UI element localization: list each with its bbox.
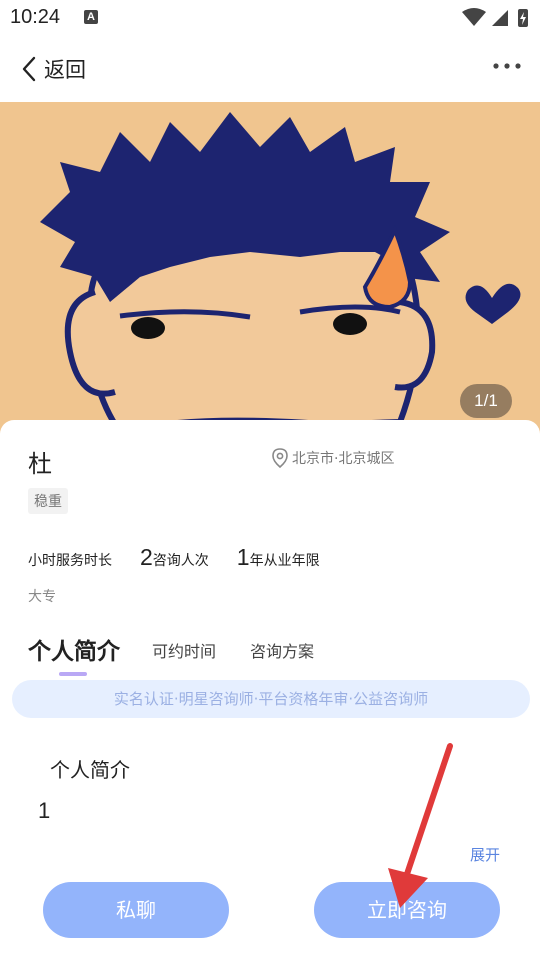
back-label: 返回 [44, 58, 86, 82]
counselor-photo[interactable] [0, 102, 540, 442]
signal-icon [492, 10, 508, 26]
stat-consults-value: 2 [140, 544, 153, 570]
counselor-name: 杜 [28, 450, 52, 478]
intro-section: 个人简介 1 展开 [24, 736, 518, 876]
personality-tag: 稳重 [28, 488, 68, 514]
status-bar: 10:24 A [0, 0, 540, 36]
private-chat-button[interactable]: 私聊 [43, 882, 229, 938]
profile-card: 杜 北京市·北京城区 稳重 小时服务时长 2 咨询人次 1 年从业年限 大专 个… [0, 420, 540, 960]
more-horizontal-icon[interactable] [492, 62, 522, 70]
tab-intro[interactable]: 个人简介 [28, 632, 120, 666]
consult-now-button[interactable]: 立即咨询 [314, 882, 500, 938]
stats-row: 小时服务时长 2 咨询人次 1 年从业年限 [28, 544, 320, 571]
education: 大专 [28, 589, 56, 605]
chevron-left-icon [22, 56, 36, 82]
intro-title: 个人简介 [50, 758, 130, 782]
wifi-icon [462, 8, 486, 26]
stat-hours-label: 小时服务时长 [28, 553, 112, 569]
certification-bar: 实名认证·明星咨询师·平台资格年审·公益咨询师 [12, 680, 530, 718]
tab-active-indicator [59, 672, 87, 676]
image-counter: 1/1 [460, 384, 512, 418]
status-time: 10:24 [10, 6, 61, 28]
notification-a-icon: A [84, 10, 98, 24]
tab-available-time[interactable]: 可约时间 [152, 638, 216, 662]
intro-body: 1 [38, 798, 51, 823]
status-icons [462, 8, 528, 27]
stat-years-label: 年从业年限 [249, 553, 320, 569]
back-button[interactable]: 返回 [22, 54, 86, 84]
location-pin-icon [272, 448, 288, 468]
nav-bar: 返回 [0, 36, 540, 102]
expand-link[interactable]: 展开 [470, 844, 500, 865]
cartoon-avatar-image [0, 102, 540, 442]
location: 北京市·北京城区 [272, 448, 394, 468]
stat-years-value: 1 [236, 544, 250, 570]
location-text: 北京市·北京城区 [292, 451, 395, 467]
stat-consults-label: 咨询人次 [152, 553, 209, 569]
tab-consult-plans[interactable]: 咨询方案 [250, 638, 314, 662]
